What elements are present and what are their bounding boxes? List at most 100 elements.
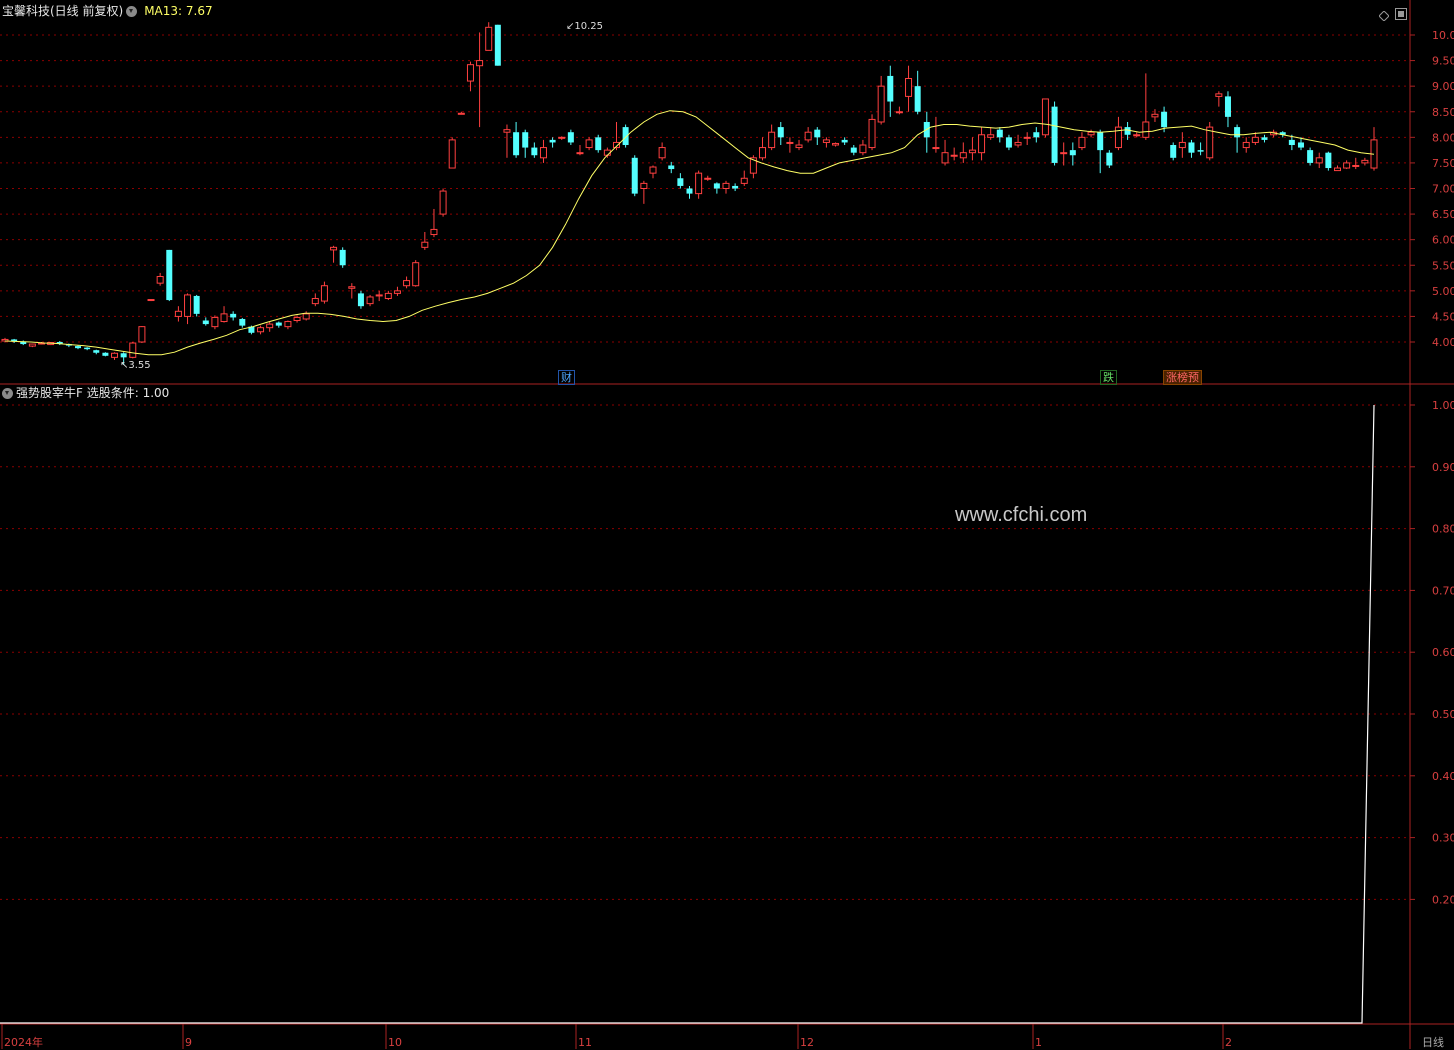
candle-body-down [850,147,857,153]
indicator-menu-circle-icon[interactable] [2,388,13,399]
candle-body-down [75,346,82,349]
candle-body-down [275,322,282,326]
candle-body-up [439,190,447,215]
candle-body-up [704,177,712,180]
candle-body-up [111,352,119,358]
candle-body-up [877,85,885,123]
price-tick-label: 6.50 [1432,208,1454,221]
candle-body-down [1307,150,1314,163]
candle-body-up [1142,121,1150,138]
dropdown-circle-icon[interactable] [126,6,138,17]
candle-body-up [156,276,164,284]
candle-body-down [841,139,848,143]
candle-body-up [366,296,374,305]
candle-body-up [722,182,730,189]
candle-body-up [859,144,867,154]
candle-body-up [1206,126,1214,159]
candle-body-up [421,241,429,248]
low-price-label: ↖3.55 [120,360,151,371]
candle-body-down [1033,132,1040,138]
candle-body-up [1078,136,1086,149]
candle-body-up [1215,93,1223,97]
price-tick-label: 8.00 [1432,131,1454,144]
candle-body-up [466,64,474,82]
candle-body-down [1224,96,1231,117]
x-axis-label: 12 [800,1036,814,1049]
x-axis-label: 1 [1035,1036,1042,1049]
candle-body-up [448,139,456,169]
candle-body-down [1197,150,1204,152]
candle-body-up [740,177,748,184]
candle-body-up [968,149,976,154]
stock-title[interactable]: 宝馨科技(日线 前复权) [2,4,123,18]
candle-body-up [220,313,228,323]
candle-body-up [430,228,438,236]
indicator-title[interactable]: 强势股宰牛F [16,386,83,400]
candle-body-up [1087,131,1095,136]
candle-body-up [393,290,401,294]
candle-body-down [339,249,346,266]
candle-body-up [987,134,995,138]
price-tick-label: 10.00 [1432,29,1454,42]
price-tick-label: 5.50 [1432,259,1454,272]
candle-body-up [28,343,36,347]
candle-body-up [1242,141,1250,149]
candle-body-up [832,142,840,146]
candle-body-up [476,60,484,67]
candle-body-up [320,285,328,302]
candle-body-down [84,347,91,350]
ma-readout: MA13: 7.67 [144,4,213,18]
indicator-tick-label: 0.80 [1432,523,1454,536]
marker-cai[interactable]: 财 [558,370,575,385]
candle-body-up [768,131,776,149]
candle-body-down [1106,152,1113,166]
price-tick-label: 5.00 [1432,285,1454,298]
candle-body-up [211,316,219,328]
price-tick-label: 7.50 [1432,157,1454,170]
candle-body-up [539,147,547,159]
candle-body-down [239,318,246,326]
candle-body-up [868,118,876,149]
candle-body-down [1069,150,1076,156]
diamond-icon[interactable] [1378,6,1390,22]
candle-body-up [257,327,265,333]
candle-body-up [375,294,383,297]
candle-body-up [147,299,155,302]
indicator-tick-label: 0.70 [1432,584,1454,597]
period-label[interactable]: 日线 [1422,1034,1444,1050]
candle-body-up [284,321,292,328]
price-tick-label: 6.00 [1432,234,1454,247]
candle-body-up [640,182,648,189]
candle-body-up [1352,164,1360,167]
x-axis-label: 2024年 [4,1035,43,1049]
price-tick-label: 4.50 [1432,310,1454,323]
candle-body-up [804,131,812,141]
candle-body-down [732,185,739,189]
candle-body-up [932,147,940,150]
candle-body-down [777,127,784,138]
candle-body-up [950,154,958,157]
candle-body-down [120,353,127,358]
marker-die[interactable]: 跌 [1100,370,1117,385]
low-price-value: 3.55 [128,360,151,371]
candle-body-down [1051,106,1058,163]
candle-body-down [1325,152,1332,169]
candle-body-up [941,152,949,164]
indicator-tick-label: 0.40 [1432,770,1454,783]
candle-body-up [649,166,657,174]
candle-body-up [1361,159,1369,164]
candle-body-down [567,132,574,143]
candle-body-up [1133,134,1141,137]
candle-body-up [129,342,137,358]
indicator-line [0,404,1375,1024]
candle-body-up [457,112,465,115]
candle-body-up [174,310,182,317]
candle-body-down [622,127,629,146]
indicator-tick-label: 0.90 [1432,461,1454,474]
window-toggle-icon[interactable] [1395,5,1407,20]
candle-body-down [230,313,237,318]
candle-body-down [814,129,821,138]
candle-body-down [1288,139,1295,146]
candle-body-down [1188,142,1195,153]
marker-zhang[interactable]: 涨榜预 [1163,370,1202,385]
